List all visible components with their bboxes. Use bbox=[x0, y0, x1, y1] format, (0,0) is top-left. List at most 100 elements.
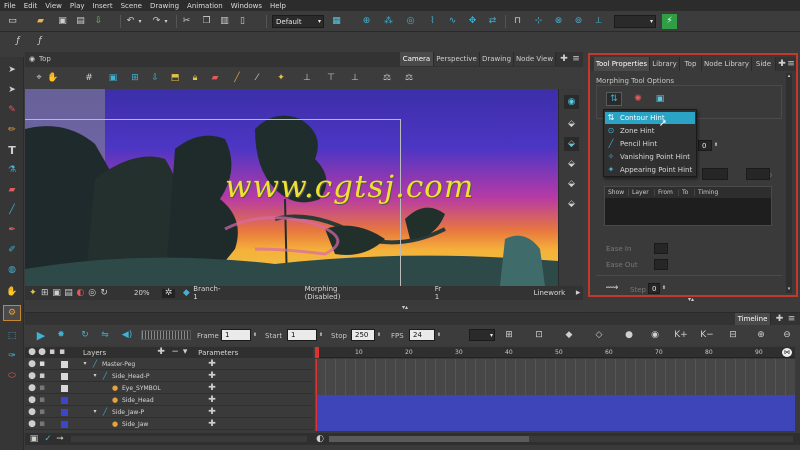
layer-row[interactable]: ● ▪ ▾ ╱ Side_Jaw-P ✚ bbox=[25, 407, 313, 418]
playhead-marker[interactable] bbox=[315, 347, 319, 358]
flow-stepper-icon[interactable]: ⬍ bbox=[661, 283, 667, 294]
hint-tool-icon[interactable]: ⇅ bbox=[606, 92, 622, 106]
tab-side[interactable]: Side bbox=[752, 57, 776, 71]
timeline-end-icon[interactable]: ⋈ bbox=[782, 348, 792, 357]
balance-icon[interactable]: ⚖ bbox=[381, 72, 393, 84]
column-layer[interactable]: Layer bbox=[629, 189, 655, 196]
workspace-manager-icon[interactable]: ▦ bbox=[330, 15, 343, 28]
layer-row[interactable]: ● ▪ ● Side_Head ✚ bbox=[25, 395, 313, 406]
layer-add-param-icon[interactable]: ✚ bbox=[207, 383, 217, 393]
sync-icon[interactable]: ⇋ bbox=[99, 329, 111, 341]
create-key-icon[interactable]: ◆ bbox=[563, 329, 575, 341]
fps-stepper-icon[interactable]: ⬍ bbox=[436, 329, 442, 341]
layer-color-swatch[interactable] bbox=[61, 396, 68, 404]
eye-toggle-icon[interactable]: ● bbox=[27, 419, 37, 429]
arrows-icon[interactable]: ⇄ bbox=[486, 15, 499, 28]
timeline-scroll-thumb[interactable] bbox=[329, 436, 529, 442]
stroke-tool-icon[interactable]: ✑ bbox=[5, 349, 19, 363]
eyedropper-icon[interactable]: ⁄ bbox=[251, 72, 263, 84]
tool-preset-select[interactable]: ▾ bbox=[614, 15, 656, 28]
tab-timeline[interactable]: Timeline bbox=[735, 313, 771, 325]
timeline-add-icon[interactable]: ✚ bbox=[775, 314, 784, 324]
layer-row[interactable]: ● ▪ ● Eye_SYMBOL ✚ bbox=[25, 383, 313, 394]
fps-field[interactable]: 24 bbox=[409, 329, 435, 341]
menu-windows[interactable]: Windows bbox=[231, 2, 262, 10]
onion-skin-icon[interactable]: ◎ bbox=[404, 15, 417, 28]
morph-tool-icon[interactable]: ⚙ bbox=[3, 305, 21, 321]
layer-row[interactable]: ● ▪ ▾ ╱ Side_Head-P ✚ bbox=[25, 371, 313, 382]
step-field[interactable] bbox=[746, 168, 770, 180]
timeline-mode-select[interactable]: ▾ bbox=[469, 329, 495, 341]
layer-stack-2-icon[interactable]: ⬙ bbox=[564, 157, 579, 171]
zoom-level[interactable]: 20% bbox=[134, 289, 150, 297]
image-hint-icon[interactable]: ▣ bbox=[652, 92, 668, 106]
tab-node-view[interactable]: Node View bbox=[514, 52, 556, 66]
bulb-icon[interactable]: ✦ bbox=[275, 72, 287, 84]
brush-layer-icon[interactable]: ✓ bbox=[43, 434, 53, 444]
copy-icon[interactable]: ❐ bbox=[200, 15, 213, 28]
rotate-icon[interactable]: ⊗ bbox=[552, 15, 565, 28]
stop-motion-key-icon[interactable]: ◉ bbox=[649, 329, 661, 341]
add-panel-icon[interactable]: ✚ bbox=[778, 59, 786, 69]
eye-toggle-icon[interactable]: ● bbox=[27, 395, 37, 405]
function-add-icon[interactable]: ƒ bbox=[34, 35, 46, 47]
scale-icon[interactable]: ⊚ bbox=[572, 15, 585, 28]
dropdown-item-zone-hint[interactable]: ⊙ Zone Hint bbox=[605, 125, 695, 137]
layer-color-swatch[interactable] bbox=[61, 408, 68, 416]
expand-arrow-icon[interactable]: ▾ bbox=[90, 409, 100, 415]
column-to[interactable]: To bbox=[679, 189, 695, 196]
distribute-icon[interactable]: ⊥ bbox=[349, 72, 361, 84]
camera-mask-icon[interactable]: ▣ bbox=[107, 72, 119, 84]
column-from[interactable]: From bbox=[655, 189, 679, 196]
layer-color-swatch[interactable] bbox=[61, 420, 68, 428]
layer-name[interactable]: Side_Jaw bbox=[122, 421, 148, 428]
splitter-grip-right-icon[interactable]: ▾▴ bbox=[684, 296, 698, 304]
dropdown-item-pencil-hint[interactable]: ╱ Pencil Hint bbox=[605, 138, 695, 150]
tab-node-library[interactable]: Node Library bbox=[702, 57, 752, 71]
redo-icon[interactable]: ↷ bbox=[150, 15, 163, 28]
layer-stack-3-icon[interactable]: ⬙ bbox=[564, 177, 579, 191]
delete-key-icon[interactable]: ◇ bbox=[593, 329, 605, 341]
stop-field[interactable]: 250 bbox=[351, 329, 375, 341]
camera-canvas[interactable]: www.cgtsj.com bbox=[25, 89, 558, 286]
paste-icon[interactable]: ▥ bbox=[218, 15, 231, 28]
dropdown-item-vanishing-point-hint[interactable]: ✧ Vanishing Point Hint bbox=[605, 151, 695, 163]
add-key-icon[interactable]: K+ bbox=[674, 329, 687, 341]
ease-in-field[interactable] bbox=[654, 243, 668, 254]
expand-arrow-icon[interactable]: ▾ bbox=[90, 373, 100, 379]
paint-tool-icon[interactable]: ⚗ bbox=[5, 163, 19, 177]
pot-tool-icon[interactable]: ⬭ bbox=[5, 369, 19, 383]
dropper-tool-icon[interactable]: ✒ bbox=[5, 223, 19, 237]
menu-drawing[interactable]: Drawing bbox=[150, 2, 179, 10]
settings-icon[interactable]: ✲ bbox=[161, 288, 176, 298]
layer-stack-icon[interactable]: ⬙ bbox=[564, 117, 579, 131]
layer-stack-active-icon[interactable]: ⬙ bbox=[564, 137, 579, 151]
layer-add-param-icon[interactable]: ✚ bbox=[207, 371, 217, 381]
ink-tool-icon[interactable]: ✐ bbox=[5, 243, 19, 257]
scroll-up-icon[interactable]: ▴ bbox=[786, 73, 792, 79]
globe-tool-icon[interactable]: ◍ bbox=[5, 263, 19, 277]
contour-tool-icon[interactable]: ➤ bbox=[5, 83, 19, 97]
frame-ruler[interactable]: 10 20 30 40 50 60 70 80 90 ⋈ bbox=[315, 347, 795, 358]
flow-field[interactable]: 0 bbox=[648, 283, 660, 294]
save-icon[interactable]: ▣ bbox=[56, 15, 69, 28]
camera-icon[interactable]: ▤ bbox=[63, 288, 75, 298]
dropdown-item-appearing-point-hint[interactable]: ✦ Appearing Point Hint bbox=[605, 164, 695, 176]
align-icon[interactable]: ⊤ bbox=[325, 72, 337, 84]
menu-help[interactable]: Help bbox=[270, 2, 286, 10]
undo-icon[interactable]: ↶ bbox=[124, 15, 137, 28]
column-show[interactable]: Show bbox=[605, 189, 629, 196]
drawing-substitution-icon[interactable]: ⊞ bbox=[503, 329, 515, 341]
light-icon[interactable]: ⬒ bbox=[169, 72, 181, 84]
motion-path-icon[interactable]: ⌇ bbox=[426, 15, 439, 28]
tab-perspective[interactable]: Perspective bbox=[434, 52, 480, 66]
lock-toggle-icon[interactable]: ▪ bbox=[37, 359, 47, 369]
menu-view[interactable]: View bbox=[45, 2, 62, 10]
ease-stepper-icon[interactable]: ⬍ bbox=[713, 140, 719, 151]
eye-toggle-icon[interactable]: ● bbox=[27, 383, 37, 393]
undo-dropdown-icon[interactable]: ▾ bbox=[137, 15, 143, 28]
import-icon[interactable]: ⇩ bbox=[92, 15, 105, 28]
layer-name[interactable]: Side_Head bbox=[122, 397, 154, 404]
lock-toggle-icon[interactable]: ▪ bbox=[37, 371, 47, 381]
frame-stepper-icon[interactable]: ⬍ bbox=[252, 329, 258, 341]
